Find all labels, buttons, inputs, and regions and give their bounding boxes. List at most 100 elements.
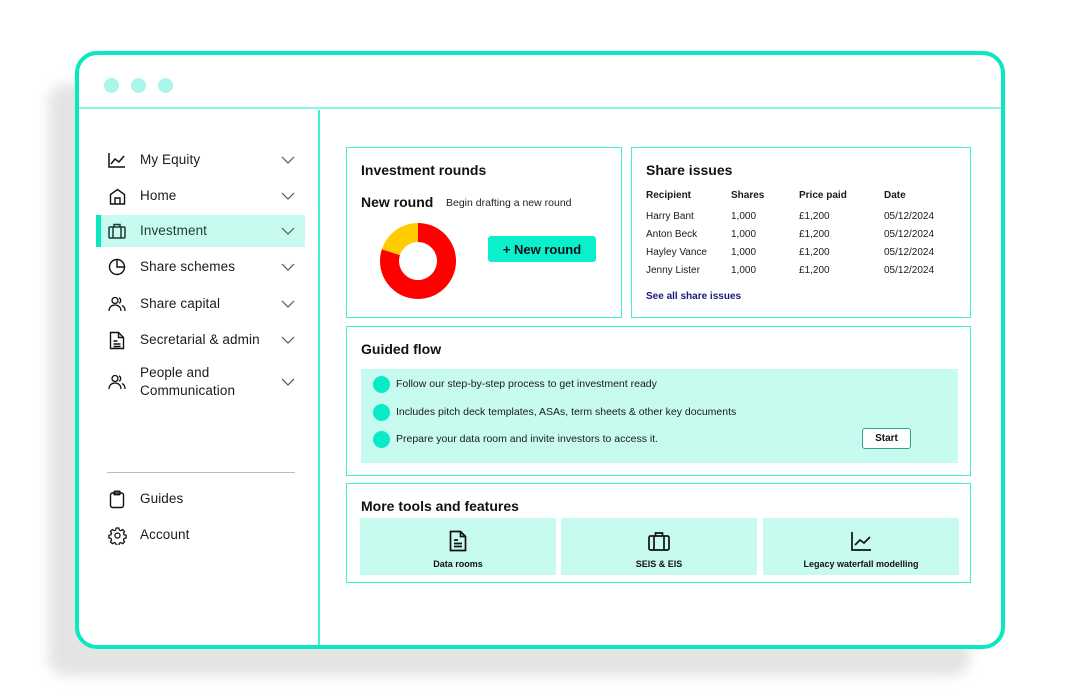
guided-step: Follow our step-by-step process to get i…: [373, 375, 657, 393]
sidebar-item-guides[interactable]: Guides: [96, 483, 305, 515]
title-bar: [79, 55, 1001, 109]
cell-recipient: Jenny Lister: [646, 265, 700, 276]
cell-shares: 1,000: [731, 229, 757, 240]
cell-shares: 1,000: [731, 211, 757, 222]
step-text: Includes pitch deck templates, ASAs, ter…: [396, 406, 737, 418]
more-tools-card: More tools and features Data rooms SEIS …: [346, 483, 971, 583]
sidebar-item-label: Guides: [140, 491, 184, 506]
briefcase-icon: [648, 532, 670, 551]
tool-tile-label: Legacy waterfall modelling: [803, 559, 919, 569]
card-title: More tools and features: [361, 498, 519, 514]
cell-recipient: Anton Beck: [646, 229, 698, 240]
guided-flow-panel: Follow our step-by-step process to get i…: [361, 369, 958, 463]
chevron-down-icon[interactable]: [281, 299, 295, 309]
guided-step: Includes pitch deck templates, ASAs, ter…: [373, 403, 736, 421]
donut-chart: [380, 223, 456, 299]
step-bullet-icon: [373, 375, 390, 393]
sidebar-item-label: Account: [140, 527, 190, 542]
sidebar-item-label: Secretarial & admin: [140, 332, 260, 347]
cell-date: 05/12/2024: [884, 229, 935, 240]
cell-shares: 1,000: [731, 247, 757, 258]
cell-date: 05/12/2024: [884, 211, 935, 222]
sidebar-divider: [107, 472, 295, 473]
cell-date: 05/12/2024: [884, 247, 935, 258]
cell-price: £1,200: [799, 211, 830, 222]
briefcase-icon: [107, 221, 127, 241]
cell-date: 05/12/2024: [884, 265, 935, 276]
cell-recipient: Hayley Vance: [646, 247, 707, 258]
sidebar-item-label: Share capital: [140, 296, 221, 311]
cell-price: £1,200: [799, 247, 830, 258]
sidebar-item-label: My Equity: [140, 152, 201, 167]
guided-step: Prepare your data room and invite invest…: [373, 430, 658, 448]
sidebar-item-secretarial-admin[interactable]: Secretarial & admin: [96, 324, 305, 356]
sidebar-item-share-schemes[interactable]: Share schemes: [96, 251, 305, 283]
users-icon: [107, 294, 127, 314]
chevron-down-icon[interactable]: [281, 377, 295, 387]
sidebar-item-label: Home: [140, 188, 177, 203]
chevron-down-icon[interactable]: [281, 226, 295, 236]
new-round-subtitle: Begin drafting a new round: [446, 197, 572, 209]
sidebar-item-share-capital[interactable]: Share capital: [96, 288, 305, 320]
new-round-button[interactable]: + New round: [488, 236, 596, 262]
tool-tile-data-rooms[interactable]: Data rooms: [360, 518, 556, 575]
sidebar-item-investment[interactable]: Investment: [96, 215, 305, 247]
yellow-segment: [381, 223, 418, 256]
window-dot[interactable]: [131, 78, 146, 93]
sidebar-item-label-line: People and: [140, 365, 210, 380]
cell-price: £1,200: [799, 265, 830, 276]
card-title: Guided flow: [361, 341, 442, 357]
app-window: My Equity Home Investment Share schemes: [75, 51, 1005, 649]
gear-icon: [107, 525, 127, 545]
window-dot[interactable]: [104, 78, 119, 93]
column-header: Shares: [731, 190, 765, 201]
cell-shares: 1,000: [731, 265, 757, 276]
sidebar-item-people-communication[interactable]: People and Communication: [96, 360, 305, 404]
sidebar-item-account[interactable]: Account: [96, 519, 305, 551]
window-dot[interactable]: [158, 78, 173, 93]
share-issues-card: Share issues Recipient Shares Price paid…: [631, 147, 971, 318]
chevron-down-icon[interactable]: [281, 335, 295, 345]
sidebar-item-label: People and Communication: [140, 364, 235, 400]
table-row: Hayley Vance 1,000 £1,200 05/12/2024: [646, 245, 966, 263]
column-header: Date: [884, 190, 906, 201]
cell-recipient: Harry Bant: [646, 211, 694, 222]
tool-tile-label: SEIS & EIS: [635, 559, 683, 569]
sidebar-item-label: Share schemes: [140, 259, 236, 274]
table-header: Recipient Shares Price paid Date: [646, 188, 966, 209]
users-icon: [107, 372, 127, 392]
tool-tile-legacy-waterfall[interactable]: Legacy waterfall modelling: [763, 518, 959, 575]
card-title: Share issues: [646, 162, 733, 178]
tool-tile-label: Data rooms: [433, 559, 483, 569]
sidebar-item-home[interactable]: Home: [96, 180, 305, 212]
table-row: Jenny Lister 1,000 £1,200 05/12/2024: [646, 263, 966, 281]
new-round-title: New round: [361, 194, 434, 210]
step-bullet-icon: [373, 430, 390, 448]
home-icon: [107, 186, 127, 206]
chevron-down-icon[interactable]: [281, 191, 295, 201]
chevron-down-icon[interactable]: [281, 262, 295, 272]
sidebar-item-my-equity[interactable]: My Equity: [96, 144, 305, 176]
chevron-down-icon[interactable]: [281, 155, 295, 165]
guided-flow-card: Guided flow Follow our step-by-step proc…: [346, 326, 971, 476]
investment-rounds-card: Investment rounds New round Begin drafti…: [346, 147, 622, 318]
table-row: Harry Bant 1,000 £1,200 05/12/2024: [646, 209, 966, 227]
card-title: Investment rounds: [361, 162, 487, 178]
sidebar-item-label: Investment: [140, 223, 208, 238]
tool-tile-seis-eis[interactable]: SEIS & EIS: [561, 518, 757, 575]
column-header: Price paid: [799, 190, 847, 201]
sidebar: My Equity Home Investment Share schemes: [79, 110, 320, 645]
pie-chart-icon: [107, 257, 127, 277]
document-icon: [107, 330, 127, 350]
step-text: Prepare your data room and invite invest…: [396, 433, 659, 445]
line-chart-icon: [107, 150, 127, 170]
share-issues-table: Recipient Shares Price paid Date Harry B…: [646, 188, 966, 281]
clipboard-icon: [107, 489, 127, 509]
sidebar-item-label-line: Communication: [140, 383, 236, 398]
document-icon: [449, 530, 467, 552]
step-text: Follow our step-by-step process to get i…: [396, 378, 657, 390]
column-header: Recipient: [646, 190, 692, 201]
see-all-share-issues-link[interactable]: See all share issues: [646, 291, 741, 302]
table-row: Anton Beck 1,000 £1,200 05/12/2024: [646, 227, 966, 245]
start-button[interactable]: Start: [862, 428, 911, 449]
